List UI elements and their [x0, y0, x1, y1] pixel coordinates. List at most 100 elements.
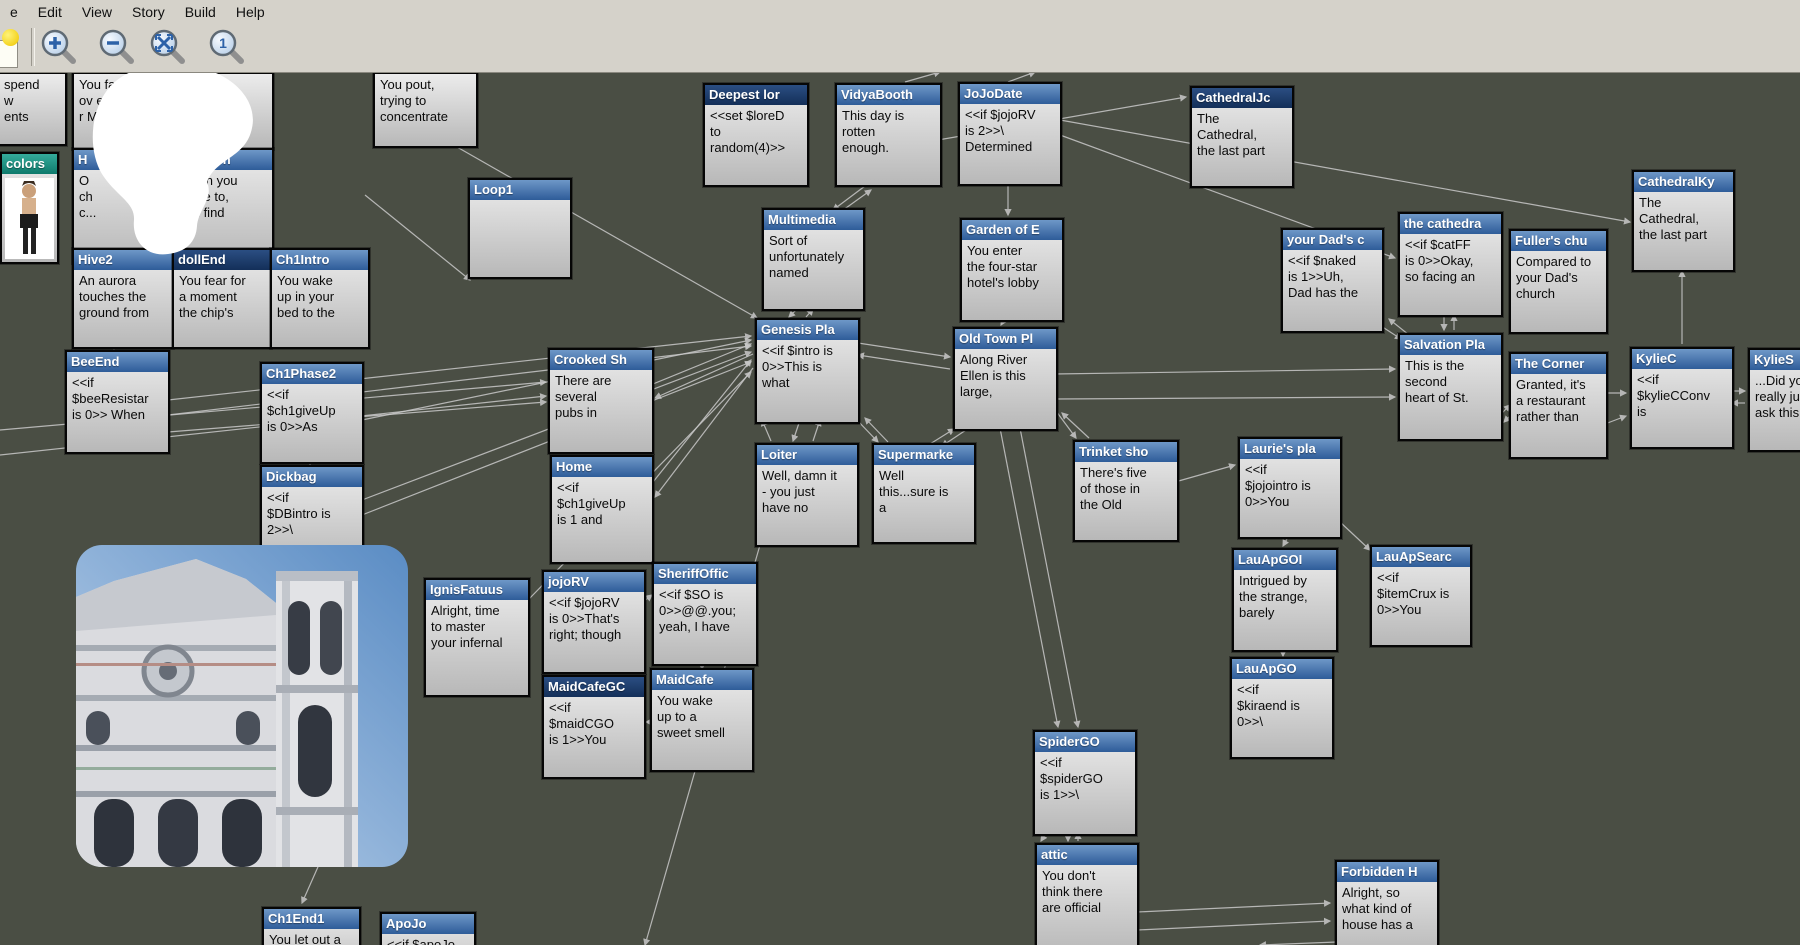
passage-body: Granted, it's a restaurant rather than: [1511, 374, 1606, 425]
passage-kylies[interactable]: KylieS...Did yo really ju ask this: [1748, 348, 1800, 452]
passage-deepest-lor[interactable]: Deepest lor<<set $loreD to random(4)>>: [703, 83, 809, 187]
one-glyph: 1: [219, 35, 227, 51]
passage-loop1[interactable]: Loop1: [468, 178, 572, 279]
menu-item-edit[interactable]: Edit: [28, 1, 72, 23]
passage-attic[interactable]: atticYou don't think there are official: [1035, 843, 1139, 945]
passage-hive2[interactable]: Hive2An aurora touches the ground from: [72, 248, 174, 349]
passage-ch1end1[interactable]: Ch1End1You let out a: [262, 907, 361, 945]
passage-body: Well this...sure is a: [874, 465, 974, 516]
passage-forbidden-h[interactable]: Forbidden HAlright, so what kind of hous…: [1335, 860, 1439, 945]
passage-title: dollEnd: [174, 250, 270, 270]
passage-apojo[interactable]: ApoJo<<if $apoJo: [380, 912, 476, 945]
passage-you-pout-tr[interactable]: You pout, trying to concentrate: [373, 72, 478, 148]
passage-spend-w-ents[interactable]: spend w ents: [0, 72, 67, 146]
passage-laurie-s-pla[interactable]: Laurie's pla<<if $jojointro is 0>>You: [1238, 437, 1342, 539]
passage-supermarke[interactable]: SupermarkeWell this...sure is a: [872, 443, 976, 544]
passage-title: Multimedia: [764, 210, 863, 230]
zoom-in-button[interactable]: [39, 27, 79, 67]
passage-your-dad-s-c[interactable]: your Dad's c<<if $naked is 1>>Uh, Dad ha…: [1281, 228, 1384, 333]
passage-the-corner[interactable]: The CornerGranted, it's a restaurant rat…: [1509, 352, 1608, 459]
passage-title: CathedralKy: [1634, 172, 1733, 192]
passage-title: the cathedra: [1400, 214, 1501, 234]
passage-title: Laurie's pla: [1240, 439, 1340, 459]
passage-lauapgo[interactable]: LauApGO<<if $kiraend is 0>>\: [1230, 657, 1334, 759]
passage-title: Forbidden H: [1337, 862, 1437, 882]
passage-body: An aurora touches the ground from: [74, 270, 172, 321]
passage-ch1intro[interactable]: Ch1IntroYou wake up in your bed to the: [270, 248, 370, 349]
passage-ch1phase2[interactable]: Ch1Phase2<<if $ch1giveUp is 0>>As: [260, 362, 364, 464]
passage-beeend[interactable]: BeeEnd<<if $beeResistar is 0>> When: [65, 350, 170, 454]
story-canvas[interactable]: spend w entsYou fact, ov e pretty r Mom Y…: [0, 0, 1800, 945]
passage-multimedia[interactable]: MultimediaSort of unfortunately named: [762, 208, 865, 311]
passage-mansion[interactable]: MansionWhen you come to, you find: [172, 148, 274, 264]
menu-item-e[interactable]: e: [0, 1, 28, 23]
passage-title: Genesis Pla: [757, 320, 858, 340]
passage-title: ApoJo: [382, 914, 474, 934]
passage-jojodate[interactable]: JoJoDate<<if $jojoRV is 2>>\ Determined: [958, 82, 1062, 186]
passage-title: LauApGO: [1232, 659, 1332, 679]
passage-title: LauApGOI: [1234, 550, 1336, 570]
passage-crooked-sh[interactable]: Crooked ShThere are several pubs in: [548, 348, 654, 454]
passage-body: Well, damn it - you just have no: [757, 465, 857, 516]
new-passage-icon[interactable]: [0, 26, 26, 68]
passage-the-cathedra[interactable]: the cathedra<<if $catFF is 0>>Okay, so f…: [1398, 212, 1503, 317]
passage-genesis-pla[interactable]: Genesis Pla<<if $intro is 0>>This is wha…: [755, 318, 860, 424]
passage-maidcafe[interactable]: MaidCafeYou wake up to a sweet smell: [650, 668, 754, 772]
passage-body: You fact, ov e pretty r Mom: [74, 74, 272, 125]
menu-item-view[interactable]: View: [72, 1, 122, 23]
doll-figure-thumbnail: [5, 178, 54, 259]
passage-body: [2, 174, 57, 177]
passage-trinket-sho[interactable]: Trinket shoThere's five of those in the …: [1073, 440, 1179, 542]
passage-title: SpiderGO: [1035, 732, 1135, 752]
passage-jojorv[interactable]: jojoRV<<if $jojoRV is 0>>That's right; t…: [542, 570, 646, 674]
passage-body: The Cathedral, the last part: [1192, 108, 1292, 159]
passage-body: You wake up to a sweet smell: [652, 690, 752, 741]
passage-fuller-s-chu[interactable]: Fuller's chuCompared to your Dad's churc…: [1509, 229, 1608, 334]
passage-colors[interactable]: colors: [0, 152, 59, 264]
passage-title: Mansion: [174, 150, 272, 170]
passage-title: Dickbag: [262, 467, 362, 487]
passage-body: <<if $spiderGO is 1>>\: [1035, 752, 1135, 803]
menu-item-build[interactable]: Build: [175, 1, 226, 23]
passage-body: <<set $loreD to random(4)>>: [705, 105, 807, 156]
zoom-out-button[interactable]: [97, 27, 137, 67]
passage-you-f[interactable]: You fact, ov e pretty r Mom: [72, 72, 274, 150]
passage-body: <<if $catFF is 0>>Okay, so facing an: [1400, 234, 1501, 285]
passage-loiter[interactable]: LoiterWell, damn it - you just have no: [755, 443, 859, 547]
zoom-fit-button[interactable]: [148, 27, 188, 67]
passage-kyliec[interactable]: KylieC<<if $kylieCConv is: [1630, 347, 1734, 449]
passage-title: Crooked Sh: [550, 350, 652, 370]
passage-maidcafegc[interactable]: MaidCafeGC<<if $maidCGO is 1>>You: [542, 675, 646, 779]
passage-title: H: [74, 150, 172, 170]
menu-item-story[interactable]: Story: [122, 1, 175, 23]
passage-ignisfatuus[interactable]: IgnisFatuusAlright, time to master your …: [424, 578, 530, 697]
passage-title: Deepest lor: [705, 85, 807, 105]
passage-title: SheriffOffic: [654, 564, 756, 584]
passage-body: <<if $kiraend is 0>>\: [1232, 679, 1332, 730]
passage-lauapgoi[interactable]: LauApGOIIntrigued by the strange, barely: [1232, 548, 1338, 652]
passage-cathedraljc[interactable]: CathedralJcThe Cathedral, the last part: [1190, 86, 1294, 188]
passage-body: You fear for a moment the chip's: [174, 270, 270, 321]
passage-title: Home: [552, 457, 652, 477]
passage-body: <<if $jojoRV is 2>>\ Determined: [960, 104, 1060, 155]
passage-dollend[interactable]: dollEndYou fear for a moment the chip's: [172, 248, 272, 349]
passage-title: KylieC: [1632, 349, 1732, 369]
passage-spidergo[interactable]: SpiderGO<<if $spiderGO is 1>>\: [1033, 730, 1137, 836]
passage-cathedralky[interactable]: CathedralKyThe Cathedral, the last part: [1632, 170, 1735, 272]
passage-old-town-pl[interactable]: Old Town PlAlong River Ellen is this lar…: [953, 327, 1058, 431]
passage-vidyabooth[interactable]: VidyaBoothThis day is rotten enough.: [835, 83, 942, 187]
toolbar-separator: [31, 28, 35, 66]
passage-title: Supermarke: [874, 445, 974, 465]
passage-h[interactable]: HO ch c...: [72, 148, 174, 264]
zoom-original-button[interactable]: 1: [207, 27, 247, 67]
passage-body: <<if $ch1giveUp is 0>>As: [262, 384, 362, 435]
passage-title: Fuller's chu: [1511, 231, 1606, 251]
passage-garden-of-e[interactable]: Garden of EYou enter the four-star hotel…: [960, 218, 1064, 322]
passage-home[interactable]: Home<<if $ch1giveUp is 1 and: [550, 455, 654, 564]
passage-body: There are several pubs in: [550, 370, 652, 421]
passage-sheriffoffic[interactable]: SheriffOffic<<if $SO is 0>>@@.you; yeah,…: [652, 562, 758, 666]
passage-lauapsearc[interactable]: LauApSearc<<if $itemCrux is 0>>You: [1370, 545, 1472, 647]
menu-item-help[interactable]: Help: [226, 1, 275, 23]
passage-body: <<if $ch1giveUp is 1 and: [552, 477, 652, 528]
passage-salvation-pla[interactable]: Salvation PlaThis is the second heart of…: [1398, 333, 1503, 441]
